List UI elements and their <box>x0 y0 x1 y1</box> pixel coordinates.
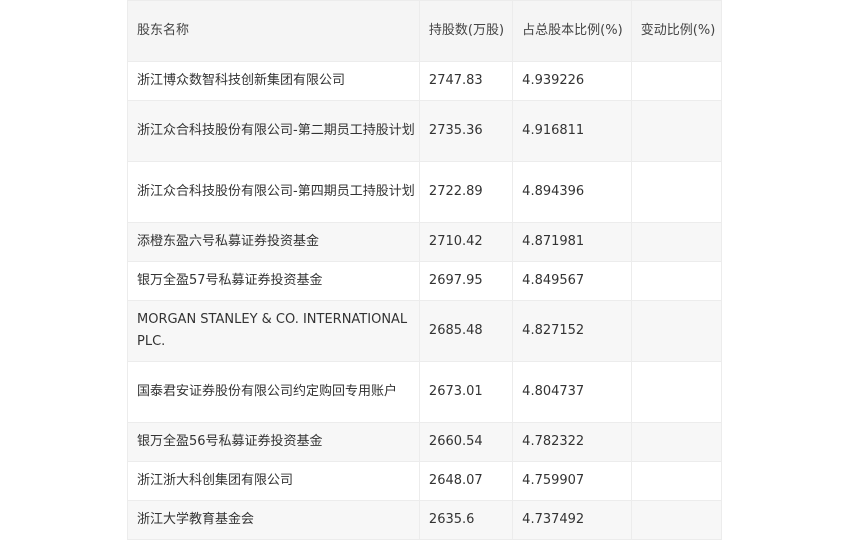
table-row: 银万全盈57号私募证券投资基金 2697.95 4.849567 <box>127 261 723 301</box>
cell-ratio: 4.759907 <box>512 461 632 501</box>
header-row: 股东名称 持股数(万股) 占总股本比例(%) 变动比例(%) <box>127 0 723 62</box>
cell-shares: 2747.83 <box>418 61 514 101</box>
cell-change-ratio <box>630 61 723 101</box>
header-shares: 持股数(万股) <box>418 0 514 62</box>
cell-ratio: 4.849567 <box>512 261 632 301</box>
header-change-ratio: 变动比例(%) <box>630 0 723 62</box>
cell-ratio: 4.939226 <box>512 61 632 101</box>
cell-ratio: 4.782322 <box>512 422 632 462</box>
cell-shareholder-name: 国泰君安证券股份有限公司约定购回专用账户 <box>127 361 420 423</box>
table-row: 国泰君安证券股份有限公司约定购回专用账户 2673.01 4.804737 <box>127 361 723 423</box>
cell-change-ratio <box>630 361 723 423</box>
cell-shareholder-name: 银万全盈56号私募证券投资基金 <box>127 422 420 462</box>
table-row: MORGAN STANLEY & CO. INTERNATIONAL PLC. … <box>127 300 723 362</box>
shareholder-table: 股东名称 持股数(万股) 占总股本比例(%) 变动比例(%) 浙江博众数智科技创… <box>127 0 723 540</box>
cell-shares: 2735.36 <box>418 100 514 162</box>
table-row: 浙江浙大科创集团有限公司 2648.07 4.759907 <box>127 461 723 501</box>
cell-ratio: 4.871981 <box>512 222 632 262</box>
table-row: 浙江大学教育基金会 2635.6 4.737492 <box>127 500 723 540</box>
table-header: 股东名称 持股数(万股) 占总股本比例(%) 变动比例(%) <box>127 0 723 62</box>
cell-change-ratio <box>630 100 723 162</box>
cell-shares: 2673.01 <box>418 361 514 423</box>
table-row: 浙江众合科技股份有限公司-第四期员工持股计划 2722.89 4.894396 <box>127 161 723 223</box>
cell-ratio: 4.804737 <box>512 361 632 423</box>
cell-shareholder-name: 浙江大学教育基金会 <box>127 500 420 540</box>
cell-change-ratio <box>630 261 723 301</box>
cell-shareholder-name: 浙江浙大科创集团有限公司 <box>127 461 420 501</box>
cell-change-ratio <box>630 500 723 540</box>
table-body: 浙江博众数智科技创新集团有限公司 2747.83 4.939226 浙江众合科技… <box>127 61 723 540</box>
header-shareholder-name: 股东名称 <box>127 0 420 62</box>
cell-change-ratio <box>630 161 723 223</box>
cell-shareholder-name: 浙江博众数智科技创新集团有限公司 <box>127 61 420 101</box>
cell-change-ratio <box>630 422 723 462</box>
cell-change-ratio <box>630 461 723 501</box>
cell-shares: 2722.89 <box>418 161 514 223</box>
header-ratio: 占总股本比例(%) <box>512 0 632 62</box>
table-row: 浙江博众数智科技创新集团有限公司 2747.83 4.939226 <box>127 61 723 101</box>
cell-ratio: 4.894396 <box>512 161 632 223</box>
cell-shares: 2635.6 <box>418 500 514 540</box>
table-row: 浙江众合科技股份有限公司-第二期员工持股计划 2735.36 4.916811 <box>127 100 723 162</box>
cell-shares: 2660.54 <box>418 422 514 462</box>
cell-shareholder-name: MORGAN STANLEY & CO. INTERNATIONAL PLC. <box>127 300 420 362</box>
cell-change-ratio <box>630 300 723 362</box>
cell-shareholder-name: 浙江众合科技股份有限公司-第四期员工持股计划 <box>127 161 420 223</box>
cell-ratio: 4.827152 <box>512 300 632 362</box>
cell-shareholder-name: 浙江众合科技股份有限公司-第二期员工持股计划 <box>127 100 420 162</box>
cell-shares: 2710.42 <box>418 222 514 262</box>
cell-ratio: 4.916811 <box>512 100 632 162</box>
table-row: 银万全盈56号私募证券投资基金 2660.54 4.782322 <box>127 422 723 462</box>
cell-ratio: 4.737492 <box>512 500 632 540</box>
cell-shareholder-name: 银万全盈57号私募证券投资基金 <box>127 261 420 301</box>
cell-shares: 2685.48 <box>418 300 514 362</box>
table-row: 添橙东盈六号私募证券投资基金 2710.42 4.871981 <box>127 222 723 262</box>
cell-shares: 2697.95 <box>418 261 514 301</box>
cell-change-ratio <box>630 222 723 262</box>
cell-shares: 2648.07 <box>418 461 514 501</box>
cell-shareholder-name: 添橙东盈六号私募证券投资基金 <box>127 222 420 262</box>
